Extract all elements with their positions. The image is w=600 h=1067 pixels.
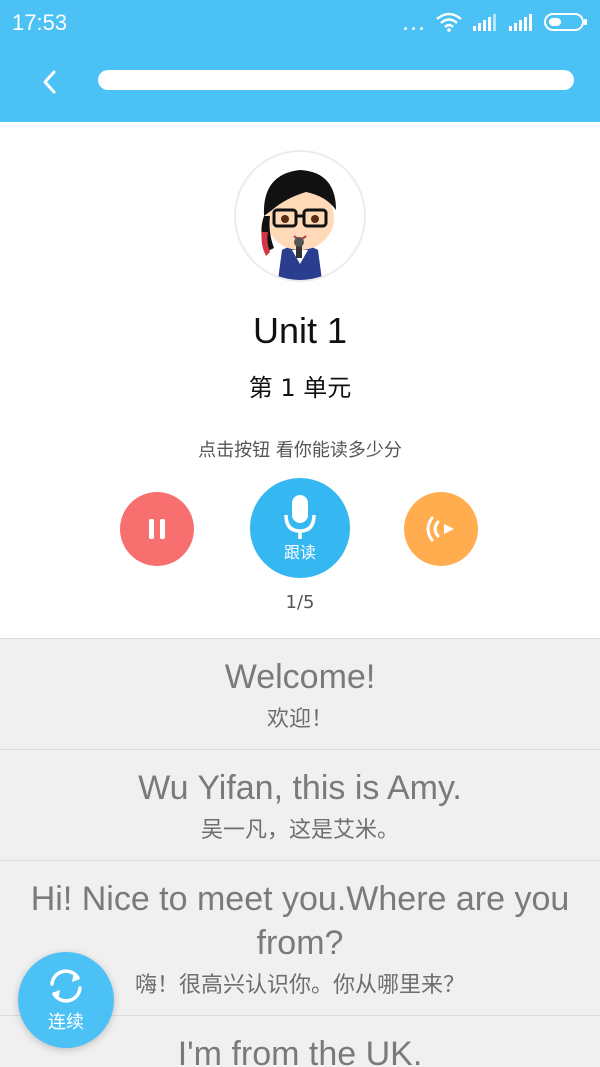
status-bar: 17:53 ... <box>0 0 600 44</box>
signal-icon-2 <box>508 12 534 36</box>
sentence-english: Wu Yifan, this is Amy. <box>138 769 462 807</box>
play-recording-button[interactable] <box>404 492 478 566</box>
lesson-progress-fill <box>98 70 574 90</box>
continuous-play-button[interactable]: 连续 <box>18 952 114 1048</box>
chevron-left-icon <box>43 70 56 94</box>
microphone-icon <box>284 495 316 539</box>
list-item[interactable]: Welcome! 欢迎！ <box>0 639 600 750</box>
pause-icon <box>149 519 165 539</box>
read-hint: 点击按钮 看你能读多少分 <box>198 440 402 461</box>
sentence-counter: 1/5 <box>285 592 315 613</box>
more-dots-icon: ... <box>402 11 426 36</box>
record-button[interactable]: 跟读 <box>250 478 350 578</box>
status-icons: ... <box>402 12 588 36</box>
back-button[interactable] <box>30 62 70 102</box>
wifi-icon <box>436 12 462 36</box>
sentence-chinese: 吴一凡，这是艾米。 <box>200 818 399 843</box>
sentence-chinese: 欢迎！ <box>266 707 333 732</box>
battery-icon <box>544 12 588 36</box>
avatar <box>234 150 366 282</box>
list-item[interactable]: Wu Yifan, this is Amy. 吴一凡，这是艾米。 <box>0 750 600 861</box>
lesson-progress-bar <box>98 70 574 90</box>
signal-icon <box>472 12 498 36</box>
sentence-english: Hi! Nice to meet you.Where are you from? <box>30 880 570 962</box>
refresh-icon <box>50 969 82 1003</box>
continuous-label: 连续 <box>48 1012 84 1033</box>
unit-title: Unit 1 <box>252 310 348 351</box>
pause-button[interactable] <box>120 492 194 566</box>
sentence-english: I'm from the UK. <box>177 1035 423 1067</box>
sentence-english: Welcome! <box>224 658 376 696</box>
sound-wave-icon <box>426 516 454 542</box>
status-time: 17:53 <box>12 10 68 35</box>
header <box>0 44 600 122</box>
record-label: 跟读 <box>283 543 316 562</box>
unit-subtitle: 第 1 单元 <box>248 374 352 402</box>
